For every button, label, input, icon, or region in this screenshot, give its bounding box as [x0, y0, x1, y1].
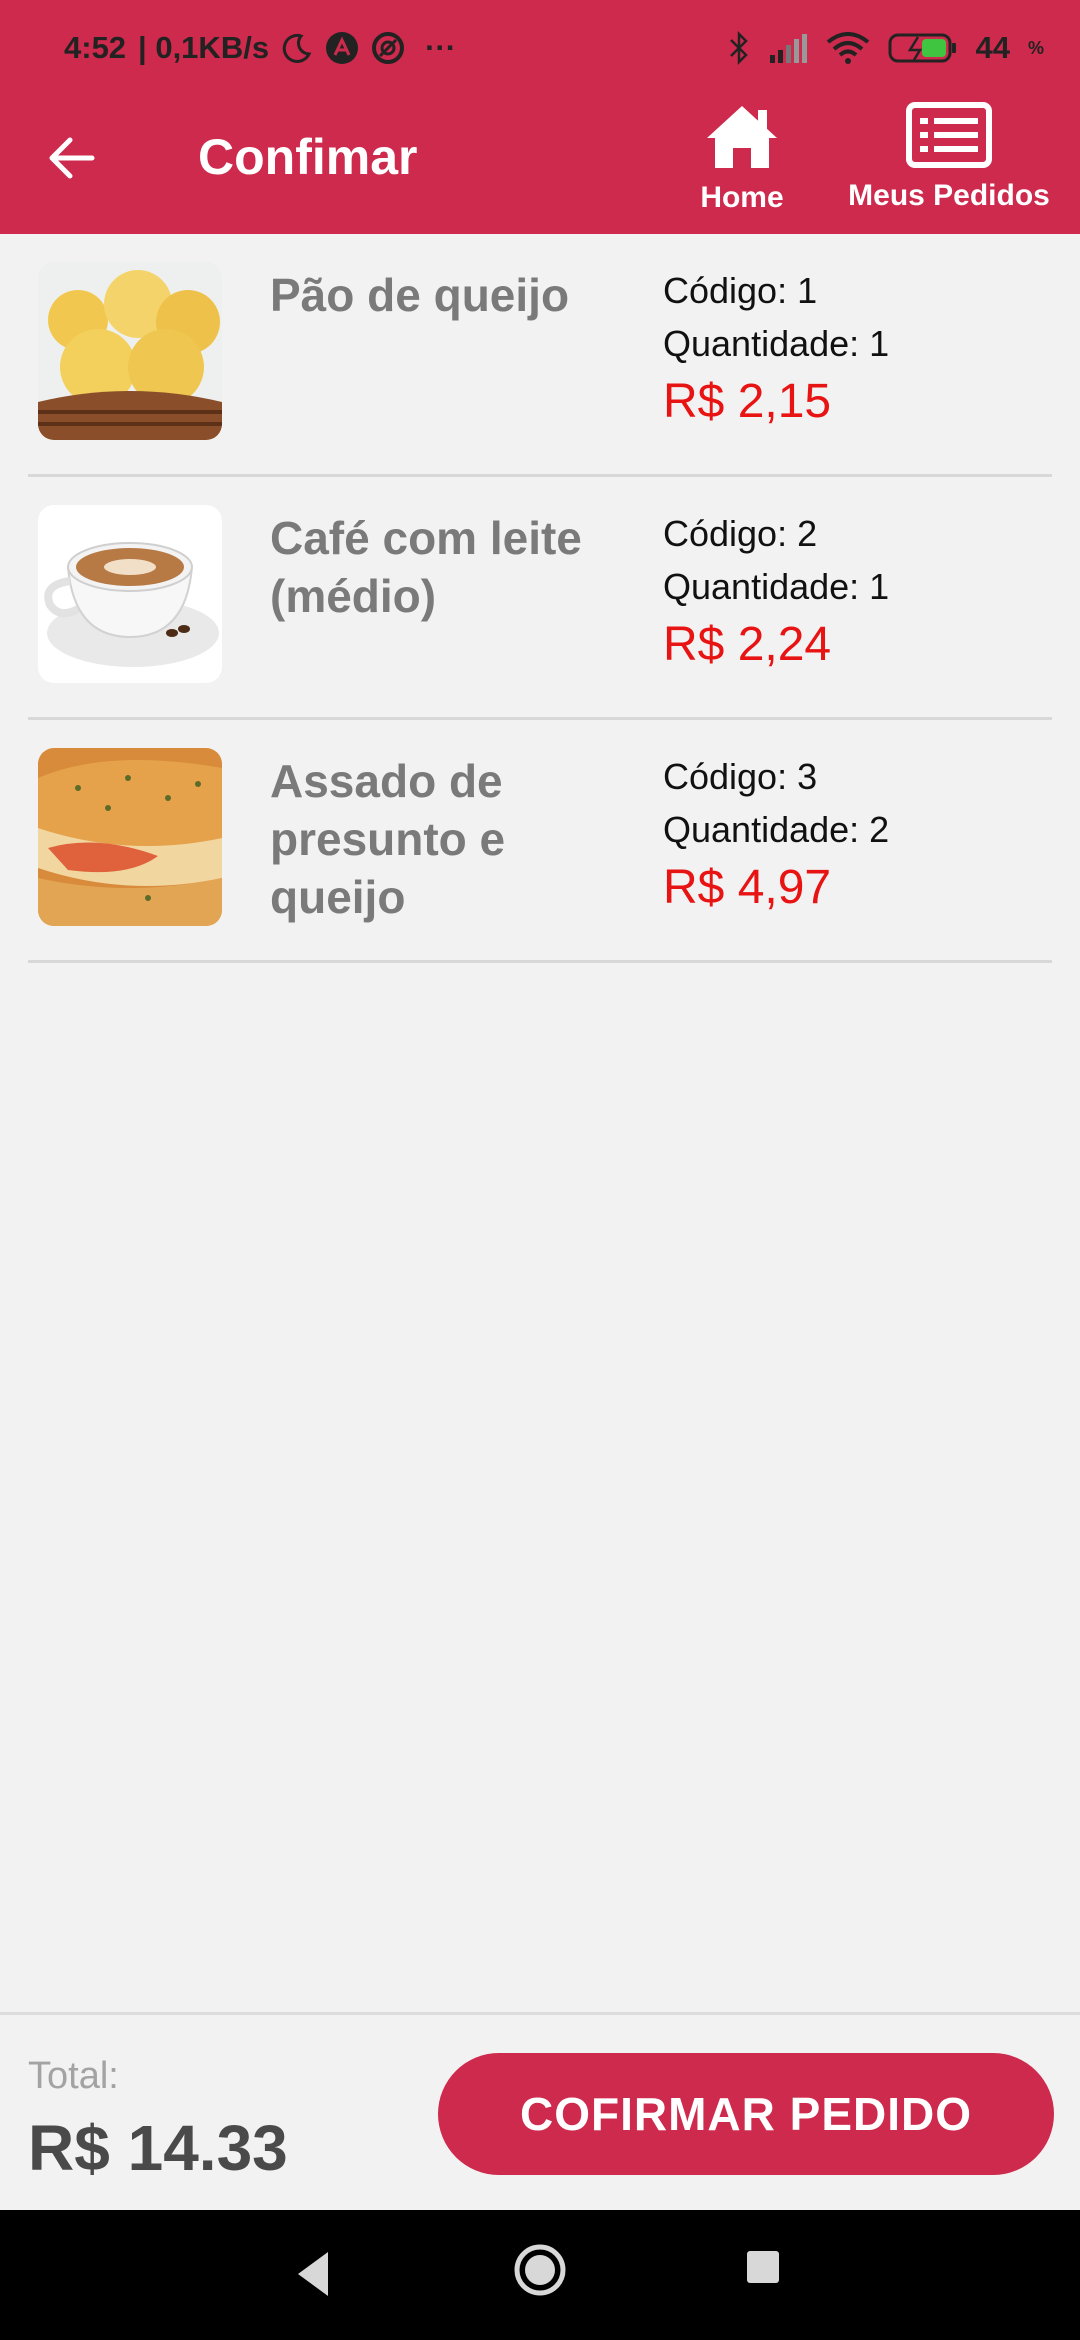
list-alt-icon	[906, 102, 992, 168]
pao-de-queijo-image	[38, 262, 222, 440]
item-name: Café com leite (médio)	[270, 512, 582, 622]
total-value: R$ 14.33	[28, 2112, 288, 2184]
cafe-com-leite-image	[38, 505, 222, 683]
wifi-icon	[826, 32, 869, 64]
back-triangle-icon[interactable]	[292, 2246, 336, 2302]
battery-level: 44	[975, 30, 1010, 65]
list-item-cafe-com-leite[interactable]: Café com leite (médio) Código: 2 Quantid…	[28, 477, 1052, 720]
item-price: R$ 4,97	[663, 861, 832, 914]
item-code: Código: 1	[663, 270, 818, 311]
assado-presunto-queijo-image	[38, 748, 222, 926]
status-net-speed: | 0,1KB/s	[138, 30, 270, 65]
status-bar: 4:52 | 0,1KB/s ··· 44 %	[0, 0, 1080, 100]
system-navigation-bar	[0, 2210, 1080, 2340]
battery-icon	[888, 33, 956, 63]
item-price: R$ 2,24	[663, 618, 832, 671]
recents-square-icon[interactable]	[746, 2250, 780, 2284]
order-items-list: Pão de queijo Código: 1 Quantidade: 1 R$…	[28, 234, 1052, 963]
page-title: Confimar	[198, 129, 418, 185]
status-time: 4:52	[64, 30, 127, 65]
list-item-pao-de-queijo[interactable]: Pão de queijo Código: 1 Quantidade: 1 R$…	[28, 234, 1052, 477]
bluetooth-icon	[729, 31, 748, 65]
item-quantity: Quantidade: 1	[663, 566, 890, 607]
arrow-left-icon	[49, 137, 95, 179]
home-label: Home	[700, 181, 784, 214]
item-name: Assado de presunto e queijo	[270, 755, 506, 923]
signal-icon	[769, 34, 807, 63]
item-quantity: Quantidade: 2	[663, 809, 890, 850]
item-name: Pão de queijo	[270, 269, 570, 321]
back-button[interactable]	[36, 120, 106, 196]
home-circle-icon[interactable]	[512, 2242, 568, 2298]
item-code: Código: 2	[663, 513, 818, 554]
confirm-order-button[interactable]: COFIRMAR PEDIDO	[438, 2053, 1054, 2175]
home-button[interactable]: Home	[690, 102, 794, 215]
app-notification-icon	[326, 32, 359, 64]
my-orders-label: Meus Pedidos	[848, 179, 1050, 212]
home-icon	[707, 106, 777, 168]
app-header: 4:52 | 0,1KB/s ··· 44 % Confimar Home Me…	[0, 0, 1080, 234]
list-item-assado-presunto-queijo[interactable]: Assado de presunto e queijo Código: 3 Qu…	[28, 720, 1052, 963]
item-code: Código: 3	[663, 756, 818, 797]
moon-icon	[282, 33, 312, 63]
item-quantity: Quantidade: 1	[663, 323, 890, 364]
order-footer: Total: R$ 14.33 COFIRMAR PEDIDO	[0, 2012, 1080, 2213]
status-more: ···	[425, 30, 457, 65]
my-orders-button[interactable]: Meus Pedidos	[838, 102, 1060, 213]
battery-percent-sign: %	[1027, 37, 1044, 58]
item-details: Código: 3 Quantidade: 2 R$ 4,97	[663, 750, 889, 920]
app-notification-icon-2	[372, 32, 405, 64]
item-details: Código: 1 Quantidade: 1 R$ 2,15	[663, 264, 889, 434]
total-label: Total:	[28, 2055, 119, 2097]
item-price: R$ 2,15	[663, 375, 832, 428]
item-details: Código: 2 Quantidade: 1 R$ 2,24	[663, 507, 889, 677]
